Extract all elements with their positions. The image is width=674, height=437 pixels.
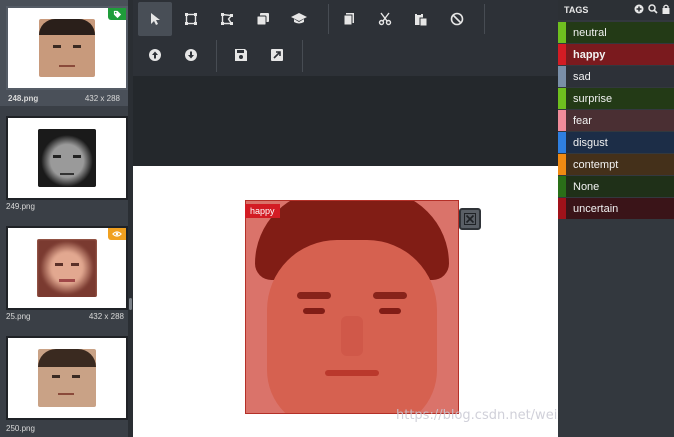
face-image <box>38 129 96 187</box>
tags-title: TAGS <box>564 5 589 15</box>
clear-icon[interactable] <box>440 2 474 36</box>
tags-header: TAGS <box>558 0 674 20</box>
thumbnail-item[interactable]: 248.png 432 x 288 <box>0 0 128 106</box>
close-icon[interactable] <box>459 208 481 230</box>
thumbnail-meta: 250.png <box>4 422 126 436</box>
face-image <box>39 19 95 77</box>
search-icon[interactable] <box>648 4 658 16</box>
thumbnail-filename: 25.png <box>6 312 31 321</box>
tag-color-swatch <box>558 22 566 43</box>
tag-item-contempt[interactable]: contempt <box>558 154 674 175</box>
tags-panel: TAGS neutral happy sad surprise fear dis… <box>558 0 674 437</box>
tag-color-swatch <box>558 66 566 87</box>
thumbnail-item[interactable]: 25.png 432 x 288 <box>4 222 128 324</box>
face-image <box>38 349 96 407</box>
tag-label: contempt <box>573 158 619 171</box>
toolbar-divider <box>484 4 485 34</box>
tag-label: None <box>573 180 600 193</box>
tag-color-swatch <box>558 198 566 219</box>
tag-item-none[interactable]: None <box>558 176 674 197</box>
rectangle-icon[interactable] <box>174 2 208 36</box>
thumbnail-dimensions: 432 x 288 <box>88 312 124 321</box>
thumbnail-filename: 248.png <box>8 94 39 103</box>
thumbnail-item[interactable]: 249.png <box>4 112 128 214</box>
tag-color-swatch <box>558 110 566 131</box>
tag-label: sad <box>573 70 591 83</box>
paste-icon[interactable] <box>404 2 438 36</box>
thumbnail-dimensions: 432 x 288 <box>84 94 120 103</box>
thumbnail-filename: 249.png <box>6 202 35 211</box>
tag-color-swatch <box>558 154 566 175</box>
thumbnail-panel: 248.png 432 x 288 249.png 25.png 432 x 2… <box>0 0 130 437</box>
tag-label: neutral <box>573 26 607 39</box>
tag-label: uncertain <box>573 202 619 215</box>
thumbnail-card[interactable] <box>6 116 128 200</box>
scrollbar-thumb[interactable] <box>129 298 132 310</box>
polygon-icon[interactable] <box>210 2 244 36</box>
tag-color-swatch <box>558 44 566 65</box>
face-image <box>37 239 97 297</box>
thumbnail-card[interactable] <box>6 336 128 420</box>
tag-item-neutral[interactable]: neutral <box>558 22 674 43</box>
toolbar-divider <box>328 4 329 34</box>
eye-icon <box>108 228 126 240</box>
tag-color-swatch <box>558 88 566 109</box>
save-icon[interactable] <box>224 38 258 72</box>
toolbar-divider <box>216 40 217 72</box>
tag-item-happy[interactable]: happy <box>558 44 674 65</box>
lock-icon[interactable] <box>662 4 670 16</box>
add-icon[interactable] <box>634 4 644 16</box>
tag-item-uncertain[interactable]: uncertain <box>558 198 674 219</box>
canvas-margin <box>133 76 558 166</box>
tag-color-swatch <box>558 132 566 153</box>
tag-icon <box>108 8 126 20</box>
happy-region-box[interactable] <box>245 200 459 414</box>
thumbnail-filename: 250.png <box>6 424 35 433</box>
tag-label: surprise <box>573 92 613 105</box>
thumbnail-meta: 249.png <box>4 200 126 214</box>
toolbar-divider <box>302 40 303 72</box>
copy-icon[interactable] <box>332 2 366 36</box>
select-pointer-icon[interactable] <box>138 2 172 36</box>
graduation-cap-icon[interactable] <box>282 2 316 36</box>
cut-icon[interactable] <box>368 2 402 36</box>
tag-item-fear[interactable]: fear <box>558 110 674 131</box>
editor-toolbar <box>133 0 558 76</box>
export-icon[interactable] <box>260 38 294 72</box>
tag-item-surprise[interactable]: surprise <box>558 88 674 109</box>
tag-color-swatch <box>558 176 566 197</box>
tag-item-disgust[interactable]: disgust <box>558 132 674 153</box>
editor-canvas[interactable]: happy https://blog.csdn.net/weixin_45760… <box>133 166 650 437</box>
tag-label: happy <box>573 48 606 61</box>
thumbnail-meta: 25.png 432 x 288 <box>4 310 126 324</box>
region-tag-label: happy <box>245 204 280 218</box>
tag-item-sad[interactable]: sad <box>558 66 674 87</box>
tag-label: disgust <box>573 136 608 149</box>
thumbnail-meta: 248.png 432 x 288 <box>0 90 128 106</box>
thumbnail-card[interactable] <box>6 6 128 90</box>
copy-rect-icon[interactable] <box>246 2 280 36</box>
arrow-up-icon[interactable] <box>138 38 172 72</box>
arrow-down-icon[interactable] <box>174 38 208 72</box>
thumbnail-item[interactable]: 250.png <box>4 332 128 436</box>
tag-label: fear <box>573 114 592 127</box>
thumbnail-card[interactable] <box>6 226 128 310</box>
tag-list: neutral happy sad surprise fear disgust … <box>558 22 674 219</box>
